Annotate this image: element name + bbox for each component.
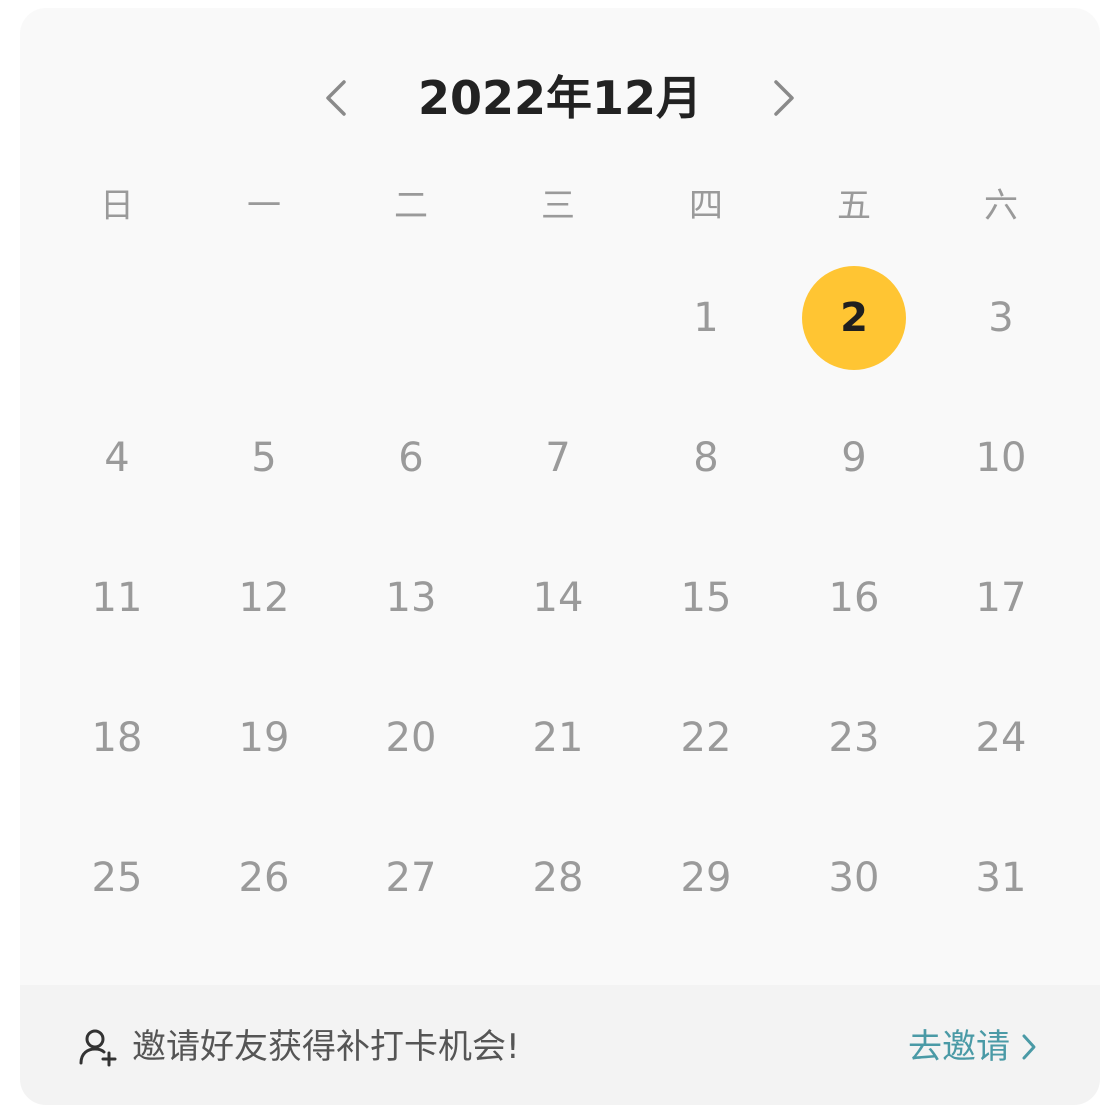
day-cell[interactable]: 22 [654,686,758,790]
day-cell[interactable]: 5 [212,406,316,510]
weekday-label: 一 [247,186,281,226]
calendar-card: 2022年12月 日一二三四五六 1 2 3 4 5 6 7 8 9 10 11 12 13 14 15 16… [20,8,1100,1105]
day-cell[interactable]: 11 [65,546,169,650]
weekday-label: 四 [689,186,723,226]
weekday-header-row: 日一二三四五六 [20,176,1100,236]
day-cell[interactable]: 30 [802,826,906,930]
day-cell[interactable]: 19 [212,686,316,790]
day-grid: 1 2 3 4 5 6 7 8 9 10 11 12 13 14 15 16 17 18 19 20 21 22 23 24 2… [20,248,1100,948]
prev-month-button[interactable] [312,74,360,122]
day-cell[interactable]: 28 [506,826,610,930]
month-title: 2022年12月 [417,71,703,125]
day-cell[interactable]: 9 [802,406,906,510]
chevron-right-icon [1022,1034,1036,1060]
invite-banner: 邀请好友获得补打卡机会! 去邀请 [20,985,1100,1105]
weekday-label: 六 [984,186,1018,226]
day-cell[interactable]: 15 [654,546,758,650]
day-cell[interactable]: 24 [949,686,1053,790]
chevron-left-icon [326,80,346,116]
add-user-icon [79,1029,117,1067]
day-cell[interactable]: 18 [65,686,169,790]
invite-button[interactable]: 去邀请 [908,1021,1038,1073]
day-cell[interactable]: 23 [802,686,906,790]
day-cell[interactable]: 7 [506,406,610,510]
day-cell[interactable]: 27 [359,826,463,930]
day-cell[interactable]: 14 [506,546,610,650]
invite-button-label: 去邀请 [908,1027,1010,1067]
day-cell[interactable]: 13 [359,546,463,650]
day-cell[interactable]: 10 [949,406,1053,510]
day-cell[interactable]: 3 [949,266,1053,370]
weekday-label: 三 [541,186,575,226]
day-cell[interactable]: 16 [802,546,906,650]
calendar-header: 2022年12月 [20,60,1100,136]
day-cell[interactable]: 1 [654,266,758,370]
day-cell[interactable]: 29 [654,826,758,930]
selected-day-cell[interactable]: 2 [802,266,906,370]
day-cell[interactable]: 4 [65,406,169,510]
weekday-label: 五 [837,186,871,226]
next-month-button[interactable] [760,74,808,122]
day-cell[interactable]: 6 [359,406,463,510]
chevron-right-icon [774,80,794,116]
day-cell[interactable]: 17 [949,546,1053,650]
day-cell[interactable]: 8 [654,406,758,510]
day-cell[interactable]: 26 [212,826,316,930]
day-cell[interactable]: 21 [506,686,610,790]
weekday-label: 二 [394,186,428,226]
day-cell[interactable]: 12 [212,546,316,650]
weekday-label: 日 [100,186,134,226]
day-cell[interactable]: 20 [359,686,463,790]
invite-message: 邀请好友获得补打卡机会! [132,1027,520,1067]
day-cell[interactable]: 31 [949,826,1053,930]
day-cell[interactable]: 25 [65,826,169,930]
